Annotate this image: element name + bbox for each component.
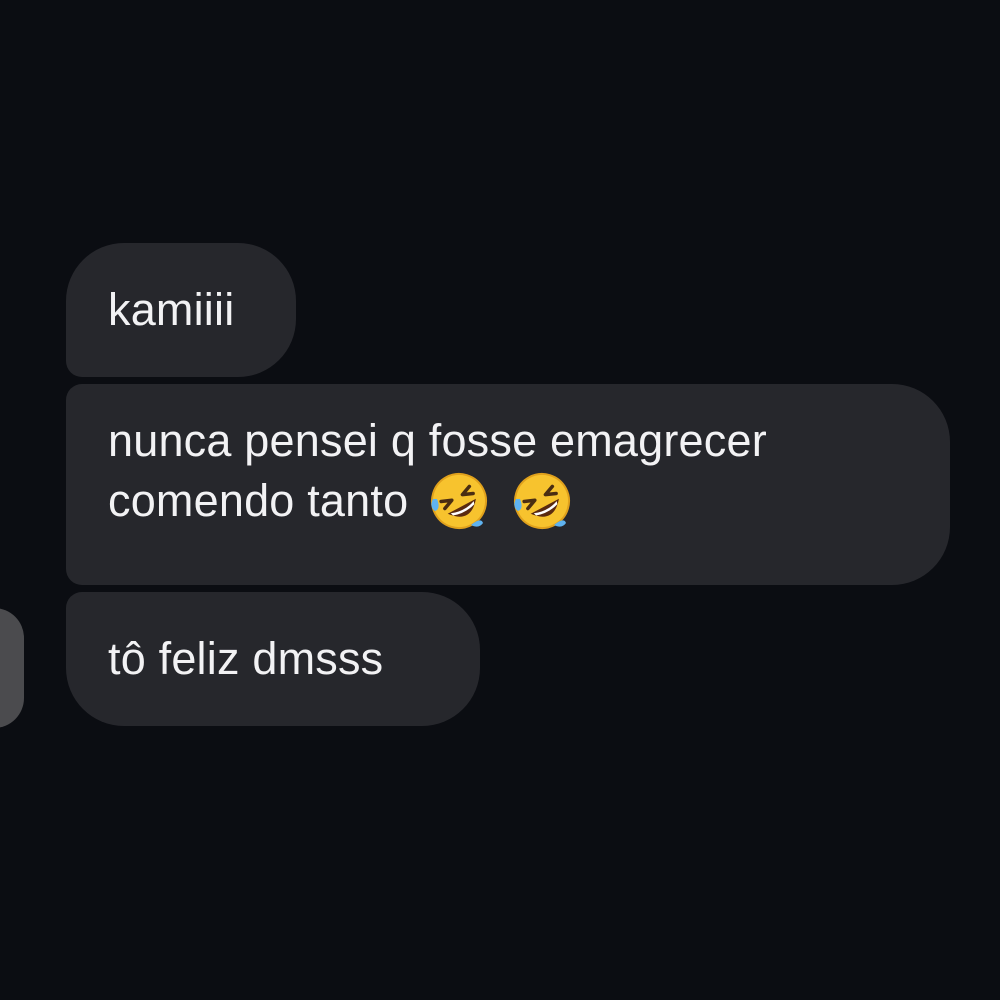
message-text: tô feliz dmsss [108, 633, 384, 684]
message-text: kamiiii [108, 284, 235, 335]
chat-screen: kamiiii nunca pensei q fosse emagrecer c… [0, 0, 1000, 1000]
rolling-on-floor-laughing-icon [427, 471, 491, 531]
message-text-line: comendo tanto [108, 471, 950, 531]
message-bubble[interactable]: kamiiii [66, 243, 296, 377]
message-bubble[interactable]: tô feliz dmsss [66, 592, 480, 726]
message-text-line: nunca pensei q fosse emagrecer [108, 415, 767, 466]
message-text-segment: comendo tanto [108, 475, 409, 526]
avatar[interactable] [0, 608, 24, 728]
rolling-on-floor-laughing-icon [510, 471, 574, 531]
message-bubble[interactable]: nunca pensei q fosse emagrecer comendo t… [66, 384, 950, 585]
